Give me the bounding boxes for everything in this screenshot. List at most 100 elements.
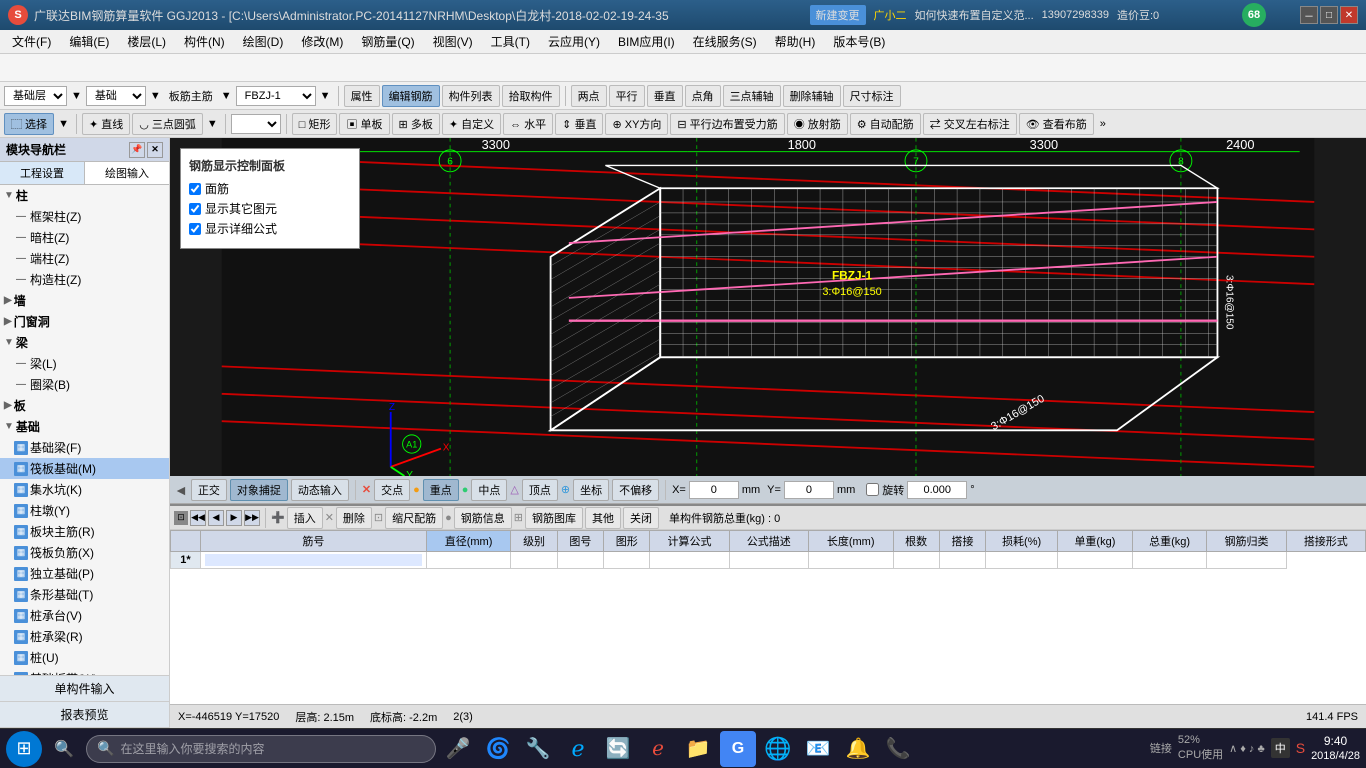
face-rebar-check[interactable] — [189, 183, 201, 195]
taskbar-search-icon[interactable]: 🔍 — [46, 731, 82, 767]
tree-item-17[interactable]: ▦ 筏板负筋(X) — [0, 542, 169, 563]
tree-item-12[interactable]: ▦ 基础梁(F) — [0, 437, 169, 458]
tree-item-0[interactable]: ▼ 柱 — [0, 185, 169, 206]
taskbar-icon-2[interactable]: 🔧 — [520, 731, 556, 767]
midpoint-btn[interactable]: 重点 — [423, 479, 459, 501]
auto-config-btn[interactable]: ⚙ 自动配筋 — [850, 113, 921, 135]
cell-diameter-0[interactable] — [201, 552, 427, 569]
tree-item-3[interactable]: — 端柱(Z) — [0, 248, 169, 269]
menu-item-绘图D[interactable]: 绘图(D) — [235, 31, 292, 52]
tree-item-16[interactable]: ▦ 板块主筋(R) — [0, 521, 169, 542]
tree-item-1[interactable]: — 框架柱(Z) — [0, 206, 169, 227]
menu-item-构件N[interactable]: 构件(N) — [176, 31, 233, 52]
tree-item-23[interactable]: ▦ 基础板带(W) — [0, 668, 169, 675]
lang-indicator[interactable]: 中 — [1271, 738, 1290, 758]
menu-item-云应用Y[interactable]: 云应用(Y) — [540, 31, 608, 52]
report-preview-btn[interactable]: 报表预览 — [0, 702, 169, 728]
tree-item-22[interactable]: ▦ 桩(U) — [0, 647, 169, 668]
taskbar-icon-4[interactable]: 🔄 — [600, 731, 636, 767]
tree-item-19[interactable]: ▦ 条形基础(T) — [0, 584, 169, 605]
object-snap-btn[interactable]: 对象捕捉 — [230, 479, 288, 501]
single-plate-btn[interactable]: ▣ 单板 — [339, 113, 389, 135]
menu-item-文件F[interactable]: 文件(F) — [4, 31, 59, 52]
component-select[interactable]: 基础 — [86, 86, 146, 106]
arc-btn[interactable]: ◡ 三点圆弧 — [132, 113, 203, 135]
tree-item-7[interactable]: ▼ 梁 — [0, 332, 169, 353]
other-btn[interactable]: 其他 — [585, 507, 621, 529]
point-angle-btn[interactable]: 点角 — [685, 85, 721, 107]
nav-next-btn[interactable]: ▶ — [226, 510, 242, 526]
tree-item-18[interactable]: ▦ 独立基础(P) — [0, 563, 169, 584]
parallel-layout-btn[interactable]: ⊟ 平行边布置受力筋 — [670, 113, 784, 135]
delete-btn[interactable]: 删除 — [336, 507, 372, 529]
engineering-setup-btn[interactable]: 工程设置 — [0, 162, 85, 184]
horizontal-btn[interactable]: ⇔ 水平 — [503, 113, 553, 135]
taskbar-icon-10[interactable]: 📞 — [880, 731, 916, 767]
menu-item-楼层L[interactable]: 楼层(L) — [119, 31, 174, 52]
steel-lib-btn[interactable]: 钢筋图库 — [525, 507, 583, 529]
checkbox-show-other[interactable]: 显示其它图元 — [189, 200, 351, 217]
intersection-btn[interactable]: 交点 — [374, 479, 410, 501]
more-btn[interactable]: » — [1096, 118, 1110, 130]
coordinate-btn[interactable]: 坐标 — [573, 479, 609, 501]
tree-item-2[interactable]: — 暗柱(Z) — [0, 227, 169, 248]
rotate-input[interactable] — [907, 481, 967, 499]
dynamic-input-btn[interactable]: 动态输入 — [291, 479, 349, 501]
taskbar-icon-7[interactable]: 🌐 — [760, 731, 796, 767]
x-input[interactable] — [689, 481, 739, 499]
custom-btn[interactable]: ✦ 自定义 — [442, 113, 501, 135]
dimension-btn[interactable]: 尺寸标注 — [843, 85, 901, 107]
ortho-btn[interactable]: 正交 — [191, 479, 227, 501]
three-point-aux-btn[interactable]: 三点辅轴 — [723, 85, 781, 107]
menu-item-工具T[interactable]: 工具(T) — [483, 31, 538, 52]
xy-btn[interactable]: ⊕ XY方向 — [605, 113, 668, 135]
property-btn[interactable]: 属性 — [344, 85, 380, 107]
menu-item-修改M[interactable]: 修改(M) — [293, 31, 351, 52]
vertical2-btn[interactable]: ⇕ 垂直 — [555, 113, 603, 135]
two-point-btn[interactable]: 两点 — [571, 85, 607, 107]
delete-aux-btn[interactable]: 删除辅轴 — [783, 85, 841, 107]
pick-component-btn[interactable]: 拾取构件 — [502, 85, 560, 107]
tree-item-6[interactable]: ▶ 门窗洞 — [0, 311, 169, 332]
tree-item-8[interactable]: — 梁(L) — [0, 353, 169, 374]
menu-item-钢筋量Q[interactable]: 钢筋量(Q) — [353, 31, 422, 52]
sidebar-pin-btn[interactable]: 📌 — [129, 142, 145, 158]
maximize-button[interactable]: □ — [1320, 6, 1338, 24]
shape-select[interactable] — [231, 114, 281, 134]
sidebar-close-btn[interactable]: ✕ — [147, 142, 163, 158]
line-btn[interactable]: ✦ 直线 — [82, 113, 130, 135]
checkbox-face-rebar[interactable]: 面筋 — [189, 180, 351, 197]
taskbar-search-box[interactable]: 🔍 在这里输入你要搜索的内容 — [86, 735, 436, 763]
rotate-check[interactable] — [866, 483, 879, 496]
taskbar-icon-1[interactable]: 🌀 — [480, 731, 516, 767]
taskbar-icon-8[interactable]: 📧 — [800, 731, 836, 767]
drawing-input-btn[interactable]: 绘图输入 — [85, 162, 169, 184]
start-button[interactable]: ⊞ — [6, 731, 42, 767]
taskbar-icon-g[interactable]: G — [720, 731, 756, 767]
menu-item-视图V[interactable]: 视图(V) — [425, 31, 481, 52]
diameter-input-0[interactable] — [205, 554, 422, 566]
tree-item-5[interactable]: ▶ 墙 — [0, 290, 169, 311]
nav-prev-btn[interactable]: ◀ — [208, 510, 224, 526]
midpoint2-btn[interactable]: 中点 — [471, 479, 507, 501]
tree-item-11[interactable]: ▼ 基础 — [0, 416, 169, 437]
scale-btn[interactable]: 缩尺配筋 — [385, 507, 443, 529]
single-component-btn[interactable]: 单构件输入 — [0, 676, 169, 702]
menu-item-帮助H[interactable]: 帮助(H) — [767, 31, 824, 52]
view-layout-btn[interactable]: 👁 查看布筋 — [1019, 113, 1094, 135]
y-input[interactable] — [784, 481, 834, 499]
tree-item-9[interactable]: — 圈梁(B) — [0, 374, 169, 395]
guangfuEr-btn[interactable]: 广小二 — [874, 7, 907, 23]
resize-indicator[interactable]: ⊡ — [174, 511, 188, 525]
taskbar-icon-3[interactable]: ℯ — [560, 731, 596, 767]
multi-plate-btn[interactable]: ⊞ 多板 — [392, 113, 440, 135]
edit-steel-btn[interactable]: 编辑钢筋 — [382, 85, 440, 107]
tree-item-15[interactable]: ▦ 柱墩(Y) — [0, 500, 169, 521]
component-list-btn[interactable]: 构件列表 — [442, 85, 500, 107]
taskbar-icon-5[interactable]: ℯ — [640, 731, 676, 767]
taskbar-icon-6[interactable]: 📁 — [680, 731, 716, 767]
tree-item-4[interactable]: — 构造柱(Z) — [0, 269, 169, 290]
select-btn[interactable]: ⬚ 选择 — [4, 113, 54, 135]
minimize-button[interactable]: － — [1300, 6, 1318, 24]
menu-item-版本号B[interactable]: 版本号(B) — [825, 31, 893, 52]
